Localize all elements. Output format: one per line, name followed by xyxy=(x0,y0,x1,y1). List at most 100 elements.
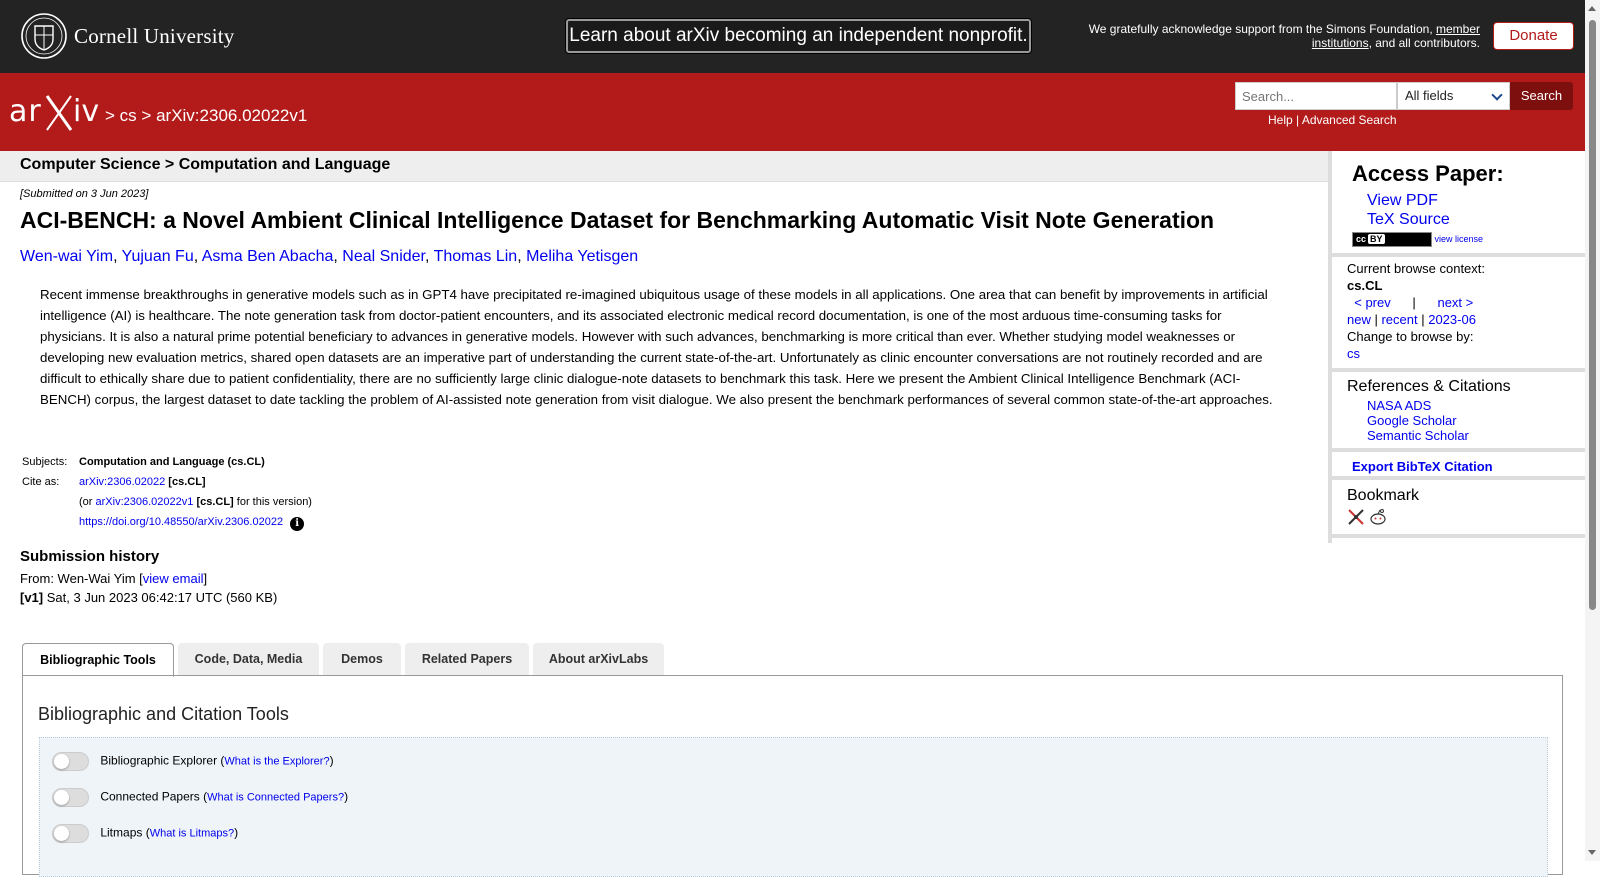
chevron-down-icon xyxy=(1491,89,1503,101)
tab-panel: Bibliographic and Citation Tools Bibliog… xyxy=(22,675,1563,877)
breadcrumb-cs-link[interactable]: cs xyxy=(120,106,137,125)
author-link[interactable]: Neal Snider xyxy=(342,248,425,265)
metadata-table: Subjects: Computation and Language (cs.C… xyxy=(20,456,314,536)
cite-as-label: Cite as: xyxy=(22,476,60,488)
cc-license-icon[interactable]: cc BY xyxy=(1352,232,1432,247)
author-link[interactable]: Meliha Yetisgen xyxy=(526,248,638,265)
info-icon[interactable]: i xyxy=(290,517,305,531)
tool-help-link[interactable]: What is Connected Papers? xyxy=(207,792,344,804)
view-license-link[interactable]: view license xyxy=(1435,234,1484,244)
nonprofit-banner-button[interactable]: Learn about arXiv becoming an independen… xyxy=(566,19,1031,53)
reddit-icon[interactable] xyxy=(1369,508,1387,526)
google-scholar-link[interactable]: Google Scholar xyxy=(1367,413,1457,428)
bookmark-block: Bookmark xyxy=(1332,480,1586,538)
author-link[interactable]: Wen-wai Yim xyxy=(20,248,113,265)
export-bibtex-link[interactable]: Export BibTeX Citation xyxy=(1352,459,1493,474)
tool-row-litmaps: Litmaps (What is Litmaps?) xyxy=(52,824,238,843)
tab-code-data-media[interactable]: Code, Data, Media xyxy=(178,643,319,675)
scrollbar-thumb[interactable] xyxy=(1589,20,1596,610)
search-field-value: All fields xyxy=(1405,88,1454,103)
browse-context-block: Current browse context: cs.CL < prev | n… xyxy=(1332,257,1586,372)
tab-demos[interactable]: Demos xyxy=(323,643,401,675)
author-link[interactable]: Thomas Lin xyxy=(434,248,518,265)
from-label: From: Wen-Wai Yim [ xyxy=(20,571,143,586)
breadcrumb: > cs > arXiv:2306.02022v1 xyxy=(105,106,307,126)
cite-id-link[interactable]: arXiv:2306.02022 xyxy=(79,476,165,488)
search-button[interactable]: Search xyxy=(1510,82,1573,110)
tools-box: Bibliographic Explorer (What is the Expl… xyxy=(39,737,1548,877)
tab-related-papers[interactable]: Related Papers xyxy=(405,643,529,675)
cite-version-link[interactable]: arXiv:2306.02022v1 xyxy=(96,496,194,508)
nav-separator: | xyxy=(1412,295,1416,310)
sidebar: Access Paper: View PDF TeX Source cc BY v… xyxy=(1328,151,1586,543)
scroll-up-arrow-icon[interactable] xyxy=(1588,6,1596,11)
advanced-search-link[interactable]: Advanced Search xyxy=(1302,113,1397,127)
tab-bibliographic-tools[interactable]: Bibliographic Tools xyxy=(22,643,174,677)
tool-help-link[interactable]: What is the Explorer? xyxy=(224,756,329,768)
view-email-link[interactable]: view email xyxy=(143,571,204,586)
tex-source-link[interactable]: TeX Source xyxy=(1367,211,1450,228)
version-date: Sat, 3 Jun 2023 06:42:17 UTC (560 KB) xyxy=(46,590,278,605)
search-field-select[interactable]: All fields xyxy=(1397,82,1510,110)
license-row: cc BY view license xyxy=(1332,229,1586,253)
page-scrollbar[interactable] xyxy=(1585,0,1600,861)
semantic-scholar-link[interactable]: Semantic Scholar xyxy=(1367,428,1469,443)
abstract: Recent immense breakthroughs in generati… xyxy=(40,287,1273,407)
recent-link[interactable]: recent xyxy=(1381,312,1417,327)
browse-nav: < prev | next > xyxy=(1347,294,1586,311)
cite-version-suffix: for this version) xyxy=(236,496,312,508)
subjects-label: Subjects: xyxy=(22,456,68,468)
references-block: References & Citations NASA ADS Google S… xyxy=(1332,372,1586,452)
scroll-down-arrow-icon[interactable] xyxy=(1588,850,1596,855)
nasa-ads-link[interactable]: NASA ADS xyxy=(1367,398,1431,413)
browse-lists: new | recent | 2023-06 xyxy=(1347,312,1476,327)
arxiv-logo-icon[interactable]: ar iv xyxy=(9,92,101,134)
references-title: References & Citations xyxy=(1347,378,1511,395)
month-link[interactable]: 2023-06 xyxy=(1428,312,1476,327)
from-close: ] xyxy=(203,571,208,586)
donate-button[interactable]: Donate xyxy=(1493,22,1574,50)
bibtex-block: Export BibTeX Citation xyxy=(1332,452,1586,480)
svg-text:iv: iv xyxy=(73,94,99,129)
version-entry: [v1] Sat, 3 Jun 2023 06:42:17 UTC (560 K… xyxy=(20,590,277,605)
view-pdf-link[interactable]: View PDF xyxy=(1367,192,1438,209)
arxiv-header: ar iv > cs > arXiv:2306.02022v1 All fiel… xyxy=(0,73,1585,151)
subjects-value: Computation and Language (cs.CL) xyxy=(79,456,265,468)
browse-context-value: cs.CL xyxy=(1347,278,1383,293)
tool-help-link[interactable]: What is Litmaps? xyxy=(150,828,234,840)
submitted-date: [Submitted on 3 Jun 2023] xyxy=(20,188,149,200)
svg-text:ar: ar xyxy=(9,94,42,129)
panel-title: Bibliographic and Citation Tools xyxy=(38,704,289,724)
support-acknowledgement: We gratefully acknowledge support from t… xyxy=(1060,22,1480,50)
next-link[interactable]: next > xyxy=(1437,295,1473,310)
search-input[interactable] xyxy=(1235,82,1397,110)
litmaps-toggle[interactable] xyxy=(52,824,89,843)
tool-label: Litmaps xyxy=(100,825,143,840)
browse-cs-link[interactable]: cs xyxy=(1347,346,1360,361)
cite-or-prefix: (or xyxy=(79,496,93,508)
cite-version-category: [cs.CL] xyxy=(196,496,234,508)
doi-link[interactable]: https://doi.org/10.48550/arXiv.2306.0202… xyxy=(79,516,283,528)
tab-about-arxivlabs[interactable]: About arXivLabs xyxy=(533,643,664,675)
prev-link[interactable]: < prev xyxy=(1354,295,1391,310)
cite-category: [cs.CL] xyxy=(168,476,206,488)
paper-title: ACI-BENCH: a Novel Ambient Clinical Inte… xyxy=(20,207,1215,233)
bibsonomy-icon[interactable] xyxy=(1347,508,1365,526)
breadcrumb-separator: > xyxy=(105,106,115,125)
change-browse-label: Change to browse by: xyxy=(1347,329,1474,344)
cornell-university-name[interactable]: Cornell University xyxy=(74,24,235,49)
support-suffix: , and all contributors. xyxy=(1368,36,1480,50)
breadcrumb-separator: > xyxy=(141,106,152,125)
top-bar: Cornell University Learn about arXiv bec… xyxy=(0,0,1585,73)
help-links: Help | Advanced Search xyxy=(1268,113,1397,127)
connected-papers-toggle[interactable] xyxy=(52,788,89,807)
cornell-seal-icon[interactable] xyxy=(21,13,67,59)
browse-context-label: Current browse context: xyxy=(1347,261,1486,276)
help-separator: | xyxy=(1296,113,1300,127)
explorer-toggle[interactable] xyxy=(52,752,89,771)
help-link[interactable]: Help xyxy=(1268,113,1293,127)
new-link[interactable]: new xyxy=(1347,312,1371,327)
tool-label: Connected Papers xyxy=(100,789,200,804)
author-link[interactable]: Asma Ben Abacha xyxy=(202,248,334,265)
author-link[interactable]: Yujuan Fu xyxy=(122,248,194,265)
